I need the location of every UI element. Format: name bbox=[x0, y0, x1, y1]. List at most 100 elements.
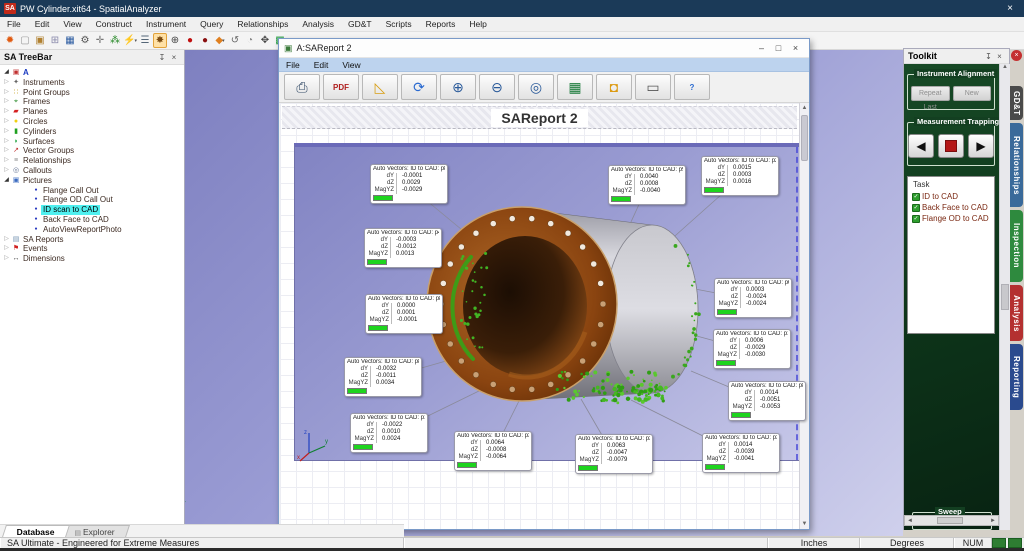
callout-icon[interactable]: ◆▾ bbox=[213, 33, 227, 48]
tree-item-label[interactable]: Flange OD Call Out bbox=[41, 195, 115, 205]
tree-item-label[interactable]: Instruments bbox=[21, 78, 67, 88]
toolkit-vertical-scrollbar[interactable]: ▲ bbox=[999, 64, 1010, 530]
expander-icon[interactable]: ▷ bbox=[2, 107, 11, 117]
export-pdf-button[interactable]: PDF bbox=[323, 74, 359, 100]
tree-item-label[interactable]: Flange Call Out bbox=[41, 186, 101, 196]
tree-item-label[interactable]: Relationships bbox=[21, 156, 73, 166]
zoom-fit-button[interactable]: ◎ bbox=[518, 74, 554, 100]
scroll-thumb[interactable] bbox=[1001, 284, 1009, 310]
tree-item-label[interactable]: Events bbox=[21, 244, 49, 254]
tree-item-label[interactable]: Back Face to CAD bbox=[41, 215, 111, 225]
vector-callout-p211[interactable]: Auto Vectors: ID to CAD: p211dY0.0015dZ0… bbox=[701, 156, 779, 196]
report-menu-file[interactable]: File bbox=[279, 60, 307, 70]
tree-item-label[interactable]: Planes bbox=[21, 107, 49, 117]
tree-item-label[interactable]: Circles bbox=[21, 117, 49, 127]
tree-item-label[interactable]: Cylinders bbox=[21, 127, 58, 137]
new-file-icon[interactable]: ▢ bbox=[18, 33, 32, 48]
embedded-picture[interactable]: z y x 400 Auto Vectors: ID to CAD: p831d… bbox=[294, 143, 800, 461]
copy-doc-icon[interactable]: ⊞ bbox=[48, 33, 62, 48]
toolkit-close-icon[interactable]: × bbox=[994, 52, 1005, 61]
vector-callout-p802[interactable]: Auto Vectors: ID to CAD: p802dY0.0000dZ0… bbox=[365, 294, 443, 334]
menu-item-construct[interactable]: Construct bbox=[89, 19, 139, 29]
tree-item-point-groups[interactable]: ▷∷Point Groups bbox=[2, 88, 184, 98]
report-canvas[interactable]: SAReport 2 bbox=[280, 103, 809, 529]
menu-item-edit[interactable]: Edit bbox=[28, 19, 57, 29]
tree-item-dimensions[interactable]: ▷↔Dimensions bbox=[2, 254, 184, 264]
tree-item-label[interactable]: Callouts bbox=[21, 166, 54, 176]
tree-item-label[interactable]: Surfaces bbox=[21, 137, 57, 147]
status-angle-units[interactable]: Degrees bbox=[860, 538, 954, 548]
target-icon[interactable]: ⊕ bbox=[168, 33, 182, 48]
import-file-icon[interactable]: ▣ bbox=[33, 33, 47, 48]
vector-callout-p838[interactable]: Auto Vectors: ID to CAD: p838dY-0.0032dZ… bbox=[344, 357, 422, 397]
vector-callout-p654[interactable]: Auto Vectors: ID to CAD: p654dY0.0003dZ-… bbox=[714, 278, 792, 318]
toolkit-pin-icon[interactable]: ↧ bbox=[983, 52, 994, 61]
expander-icon[interactable]: ▷ bbox=[2, 117, 11, 127]
menu-item-view[interactable]: View bbox=[56, 19, 88, 29]
side-tab-inspection[interactable]: Inspection bbox=[1010, 210, 1023, 282]
toolkit-horizontal-scrollbar[interactable]: ◄ ► bbox=[904, 515, 999, 526]
refresh-button[interactable]: ⟳ bbox=[401, 74, 437, 100]
tree-item-events[interactable]: ▷⚑Events bbox=[2, 244, 184, 254]
menu-item-file[interactable]: File bbox=[0, 19, 28, 29]
tree-item-flange-call-out[interactable]: ●Flange Call Out bbox=[2, 186, 184, 196]
menu-item-relationships[interactable]: Relationships bbox=[230, 19, 295, 29]
status-green-button-2[interactable] bbox=[1008, 538, 1022, 548]
scroll-up-icon[interactable]: ▲ bbox=[1000, 64, 1010, 70]
tree-item-callouts[interactable]: ▷◎Callouts bbox=[2, 166, 184, 176]
vector-callout-p102[interactable]: Auto Vectors: ID to CAD: p102dY0.0006dZ-… bbox=[713, 329, 791, 369]
expander-icon[interactable]: ▷ bbox=[2, 254, 11, 264]
measure-tool-icon[interactable]: ✛ bbox=[93, 33, 107, 48]
report-menu-edit[interactable]: Edit bbox=[307, 60, 336, 70]
tab-strip-close-button[interactable]: × bbox=[1011, 50, 1022, 61]
help-button[interactable]: ? bbox=[674, 74, 710, 100]
tree-item-id-scan-to-cad[interactable]: ●ID scan to CAD bbox=[2, 205, 184, 215]
tree-item-sa-reports[interactable]: ▷▤SA Reports bbox=[2, 235, 184, 245]
tree-item-instruments[interactable]: ▷✦Instruments bbox=[2, 78, 184, 88]
tree-item-label[interactable]: Dimensions bbox=[21, 254, 67, 264]
treebar-close-icon[interactable]: × bbox=[168, 53, 180, 62]
menu-item-query[interactable]: Query bbox=[193, 19, 230, 29]
tree-item-surfaces[interactable]: ▷◗Surfaces bbox=[2, 137, 184, 147]
treebar-pin-icon[interactable]: ↧ bbox=[156, 53, 168, 62]
tree-item-label[interactable]: AutoViewReportPhoto bbox=[41, 225, 124, 235]
tree-root-row[interactable]: ◢ ▣ A bbox=[2, 68, 184, 78]
repeat-last-button[interactable]: Repeat Last bbox=[911, 86, 950, 101]
menu-item-gdt[interactable]: GD&T bbox=[341, 19, 379, 29]
new-alignment-button[interactable]: New bbox=[953, 86, 992, 101]
report-maximize-button[interactable]: □ bbox=[770, 43, 787, 53]
tree-item-label[interactable]: Vector Groups bbox=[21, 146, 76, 156]
point-tool-icon[interactable]: ⁂ bbox=[108, 33, 122, 48]
vector-callout-p372[interactable]: Auto Vectors: ID to CAD: p372dY0.0064dZ-… bbox=[454, 431, 532, 471]
expander-icon[interactable]: ◢ bbox=[2, 68, 11, 78]
tree-item-label[interactable]: Pictures bbox=[21, 176, 54, 186]
tree-item-back-face-to-cad[interactable]: ●Back Face to CAD bbox=[2, 215, 184, 225]
status-units[interactable]: Inches bbox=[768, 538, 860, 548]
task-item-id-to-cad[interactable]: ✓ID to CAD bbox=[908, 191, 994, 202]
lock-button[interactable]: ◘ bbox=[596, 74, 632, 100]
move-icon[interactable]: ✥ bbox=[258, 33, 272, 48]
workspace-tab-database[interactable]: Database bbox=[2, 525, 70, 537]
menu-item-reports[interactable]: Reports bbox=[419, 19, 463, 29]
side-tab-gdt[interactable]: GD&T bbox=[1010, 86, 1023, 120]
run-operation-icon[interactable]: ⚡▾ bbox=[123, 33, 137, 48]
scroll-left-icon[interactable]: ◄ bbox=[905, 518, 915, 524]
tree-item-label[interactable]: Frames bbox=[21, 97, 52, 107]
side-tab-relationships[interactable]: Relationships bbox=[1010, 123, 1023, 207]
tree-item-planes[interactable]: ▷▰Planes bbox=[2, 107, 184, 117]
tree-item-circles[interactable]: ▷●Circles bbox=[2, 117, 184, 127]
tree-item-label[interactable]: ID scan to CAD bbox=[41, 205, 100, 215]
vector-callout-p343[interactable]: Auto Vectors: ID to CAD: p343dY0.0063dZ-… bbox=[575, 434, 653, 474]
ruler-button[interactable]: ◺ bbox=[362, 74, 398, 100]
trap-stop-button[interactable] bbox=[938, 134, 964, 158]
tree-item-cylinders[interactable]: ▷▮Cylinders bbox=[2, 127, 184, 137]
expander-icon[interactable]: ▷ bbox=[2, 97, 11, 107]
status-green-button-1[interactable] bbox=[992, 538, 1006, 548]
expander-icon[interactable]: ▷ bbox=[2, 78, 11, 88]
instrument-wheel-icon[interactable]: ✸ bbox=[153, 33, 167, 48]
menu-item-scripts[interactable]: Scripts bbox=[379, 19, 419, 29]
zoom-out-button[interactable]: ⊖ bbox=[479, 74, 515, 100]
undo-icon[interactable]: ↺ bbox=[228, 33, 242, 48]
tree-item-relationships[interactable]: ▷≡Relationships bbox=[2, 156, 184, 166]
expander-icon[interactable]: ▷ bbox=[2, 88, 11, 98]
